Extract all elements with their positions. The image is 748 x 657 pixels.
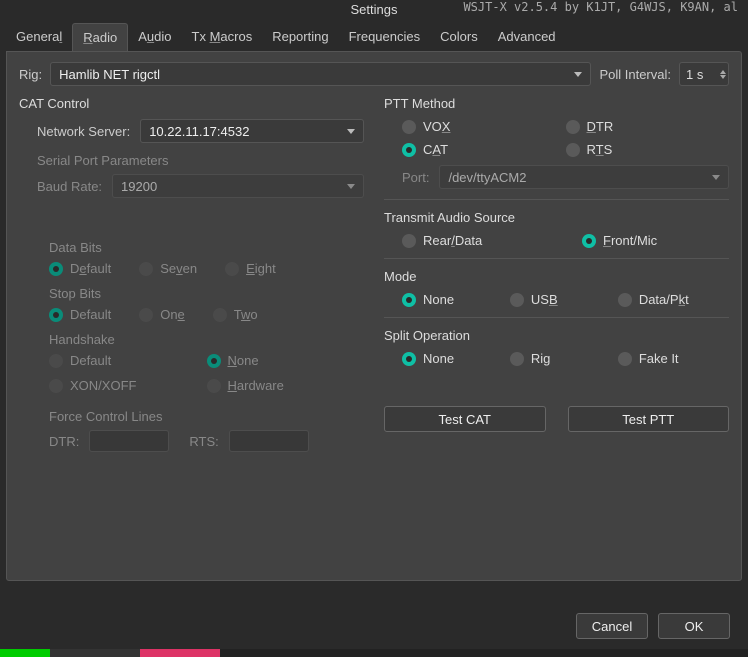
split-rig[interactable]: Rig [510, 351, 618, 366]
chevron-down-icon [712, 175, 720, 180]
baudrate-select: 19200 [112, 174, 364, 198]
poll-value: 1 s [686, 67, 703, 82]
mode-usb[interactable]: USB [510, 292, 618, 307]
divider [384, 199, 729, 200]
databits-default: Default [49, 261, 111, 276]
chevron-down-icon [574, 72, 582, 77]
right-column: PTT Method VOX DTR CAT RTS Port: /dev/tt… [384, 96, 729, 460]
ptt-cat[interactable]: CAT [402, 142, 566, 157]
split-fakeit[interactable]: Fake It [618, 351, 726, 366]
dtr-select [89, 430, 169, 452]
chevron-down-icon [347, 184, 355, 189]
baudrate-label: Baud Rate: [37, 179, 102, 194]
split-title: Split Operation [384, 328, 729, 343]
divider [384, 317, 729, 318]
mode-title: Mode [384, 269, 729, 284]
ptt-port-label: Port: [402, 170, 429, 185]
stopbits-one: One [139, 307, 185, 322]
netserver-value: 10.22.11.17:4532 [149, 124, 249, 139]
audio-rear[interactable]: Rear/Data [402, 233, 542, 248]
handshake-title: Handshake [49, 332, 364, 347]
tab-txmacros[interactable]: Tx Macros [182, 23, 263, 51]
ptt-port-value: /dev/ttyACM2 [448, 170, 526, 185]
forcectrl-title: Force Control Lines [49, 409, 364, 424]
chevron-down-icon [347, 129, 355, 134]
mode-none[interactable]: None [402, 292, 510, 307]
tab-general[interactable]: General [6, 23, 72, 51]
stopbits-two: Two [213, 307, 258, 322]
rts-select [229, 430, 309, 452]
ptt-title: PTT Method [384, 96, 729, 111]
dtr-label: DTR: [49, 434, 79, 449]
tabs-bar: General Radio Audio Tx Macros Reporting … [0, 23, 748, 51]
split-none[interactable]: None [402, 351, 510, 366]
cancel-button[interactable]: Cancel [576, 613, 648, 639]
test-ptt-button[interactable]: Test PTT [568, 406, 730, 432]
ok-button[interactable]: OK [658, 613, 730, 639]
ptt-port-select: /dev/ttyACM2 [439, 165, 729, 189]
audio-title: Transmit Audio Source [384, 210, 729, 225]
poll-interval-spin[interactable]: 1 s [679, 62, 729, 86]
rig-select[interactable]: Hamlib NET rigctl [50, 62, 591, 86]
cat-control-group: CAT Control Network Server: 10.22.11.17:… [19, 96, 364, 460]
stopbits-default: Default [49, 307, 111, 322]
ptt-vox[interactable]: VOX [402, 119, 566, 134]
netserver-label: Network Server: [37, 124, 130, 139]
databits-title: Data Bits [49, 240, 364, 255]
handshake-default: Default [49, 353, 207, 368]
ptt-dtr[interactable]: DTR [566, 119, 730, 134]
tab-reporting[interactable]: Reporting [262, 23, 338, 51]
radio-panel: Rig: Hamlib NET rigctl Poll Interval: 1 … [6, 51, 742, 581]
divider [384, 258, 729, 259]
handshake-xonxoff: XON/XOFF [49, 378, 207, 393]
taskbar [0, 649, 748, 657]
handshake-hardware: Hardware [207, 378, 365, 393]
databits-seven: Seven [139, 261, 197, 276]
serial-params-title: Serial Port Parameters [37, 153, 364, 168]
ptt-rts[interactable]: RTS [566, 142, 730, 157]
test-cat-button[interactable]: Test CAT [384, 406, 546, 432]
handshake-none: None [207, 353, 365, 368]
rts-label: RTS: [189, 434, 218, 449]
tab-radio[interactable]: Radio [72, 23, 128, 51]
stopbits-title: Stop Bits [49, 286, 364, 301]
tab-advanced[interactable]: Advanced [488, 23, 566, 51]
bg-window-text: WSJT-X v2.5.4 by K1JT, G4WJS, K9AN, al [463, 0, 738, 14]
netserver-select[interactable]: 10.22.11.17:4532 [140, 119, 364, 143]
audio-front[interactable]: Front/Mic [582, 233, 657, 248]
tab-frequencies[interactable]: Frequencies [339, 23, 431, 51]
poll-label: Poll Interval: [599, 67, 671, 82]
tab-colors[interactable]: Colors [430, 23, 488, 51]
databits-eight: Eight [225, 261, 276, 276]
rig-value: Hamlib NET rigctl [59, 67, 160, 82]
cat-title: CAT Control [19, 96, 364, 111]
rig-label: Rig: [19, 67, 42, 82]
baudrate-value: 19200 [121, 179, 157, 194]
mode-datapkt[interactable]: Data/Pkt [618, 292, 726, 307]
tab-audio[interactable]: Audio [128, 23, 181, 51]
